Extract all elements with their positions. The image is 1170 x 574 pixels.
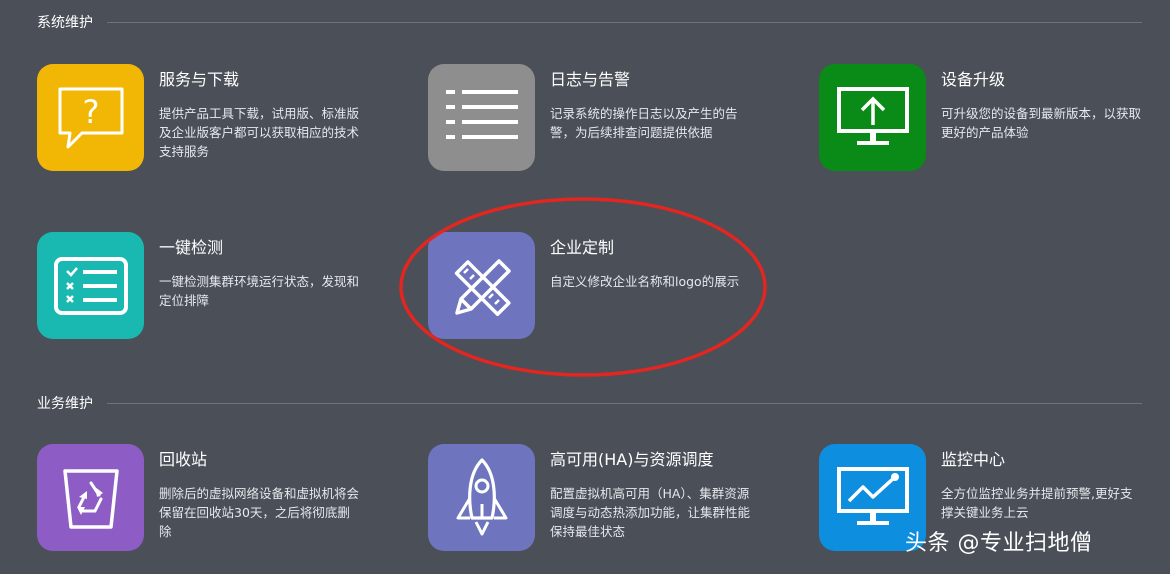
card-ha-scheduling[interactable]: 高可用(HA)与资源调度 配置虚拟机高可用（HA）、集群资源调度与动态热添加功能… xyxy=(428,444,788,554)
question-chat-icon: ? xyxy=(58,87,123,148)
card-icon-tile: ? xyxy=(37,64,144,171)
card-title: 服务与下载 xyxy=(159,70,240,89)
card-title: 日志与告警 xyxy=(550,70,631,89)
section-divider xyxy=(107,21,1142,23)
card-description: 删除后的虚拟网络设备和虚拟机将会保留在回收站30天，之后将彻底删除 xyxy=(159,486,360,539)
rocket-icon xyxy=(456,457,507,535)
monitor-chart-icon xyxy=(836,466,909,525)
card-service-download[interactable]: ? 服务与下载 提供产品工具下载，试用版、标准版及企业版客户都可以获取相应的技术… xyxy=(37,64,397,174)
card-description: 配置虚拟机高可用（HA）、集群资源调度与动态热添加功能，让集群性能保持最佳状态 xyxy=(550,486,751,539)
card-title: 监控中心 xyxy=(941,450,1006,469)
section-title: 业务维护 xyxy=(37,396,93,412)
monitor-upload-icon xyxy=(836,86,909,145)
card-title: 企业定制 xyxy=(550,238,615,257)
card-icon-tile xyxy=(37,444,144,551)
svg-text:?: ? xyxy=(82,93,99,131)
card-icon-tile xyxy=(819,64,926,171)
card-description: 提供产品工具下载，试用版、标准版及企业版客户都可以获取相应的技术支持服务 xyxy=(159,106,360,159)
section-title: 系统维护 xyxy=(37,15,93,31)
card-enterprise-customization[interactable]: 企业定制 自定义修改企业名称和logo的展示 xyxy=(428,232,788,342)
card-title: 回收站 xyxy=(159,450,208,469)
watermark: 头条 @专业扫地僧 xyxy=(905,531,1093,556)
card-one-click-check[interactable]: 一键检测 一键检测集群环境运行状态，发现和定位排障 xyxy=(37,232,397,342)
checklist-icon xyxy=(53,256,128,315)
card-icon-tile xyxy=(428,232,535,339)
section-divider xyxy=(107,402,1142,404)
card-description: 一键检测集群环境运行状态，发现和定位排障 xyxy=(159,274,360,308)
card-recycle-bin[interactable]: 回收站 删除后的虚拟网络设备和虚拟机将会保留在回收站30天，之后将彻底删除 xyxy=(37,444,397,554)
card-description: 自定义修改企业名称和logo的展示 xyxy=(550,274,740,289)
card-description: 可升级您的设备到最新版本，以获取更好的产品体验 xyxy=(941,106,1142,140)
recycle-bin-icon xyxy=(62,468,119,529)
card-title: 设备升级 xyxy=(941,70,1006,89)
card-description: 全方位监控业务并提前预警,更好支撑关键业务上云 xyxy=(941,486,1133,520)
card-title: 高可用(HA)与资源调度 xyxy=(550,450,714,469)
card-description: 记录系统的操作日志以及产生的告警，为后续排查问题提供依据 xyxy=(550,106,738,140)
card-title: 一键检测 xyxy=(159,238,224,257)
section-header-business: 业务维护 xyxy=(37,393,1142,413)
card-icon-tile xyxy=(428,64,535,171)
card-icon-tile xyxy=(428,444,535,551)
pencil-ruler-icon xyxy=(454,258,511,316)
list-icon xyxy=(445,89,518,139)
card-device-upgrade[interactable]: 设备升级 可升级您的设备到最新版本，以获取更好的产品体验 xyxy=(819,64,1170,174)
card-icon-tile xyxy=(37,232,144,339)
card-log-alarm[interactable]: 日志与告警 记录系统的操作日志以及产生的告警，为后续排查问题提供依据 xyxy=(428,64,788,174)
section-header-system: 系统维护 xyxy=(37,12,1142,32)
